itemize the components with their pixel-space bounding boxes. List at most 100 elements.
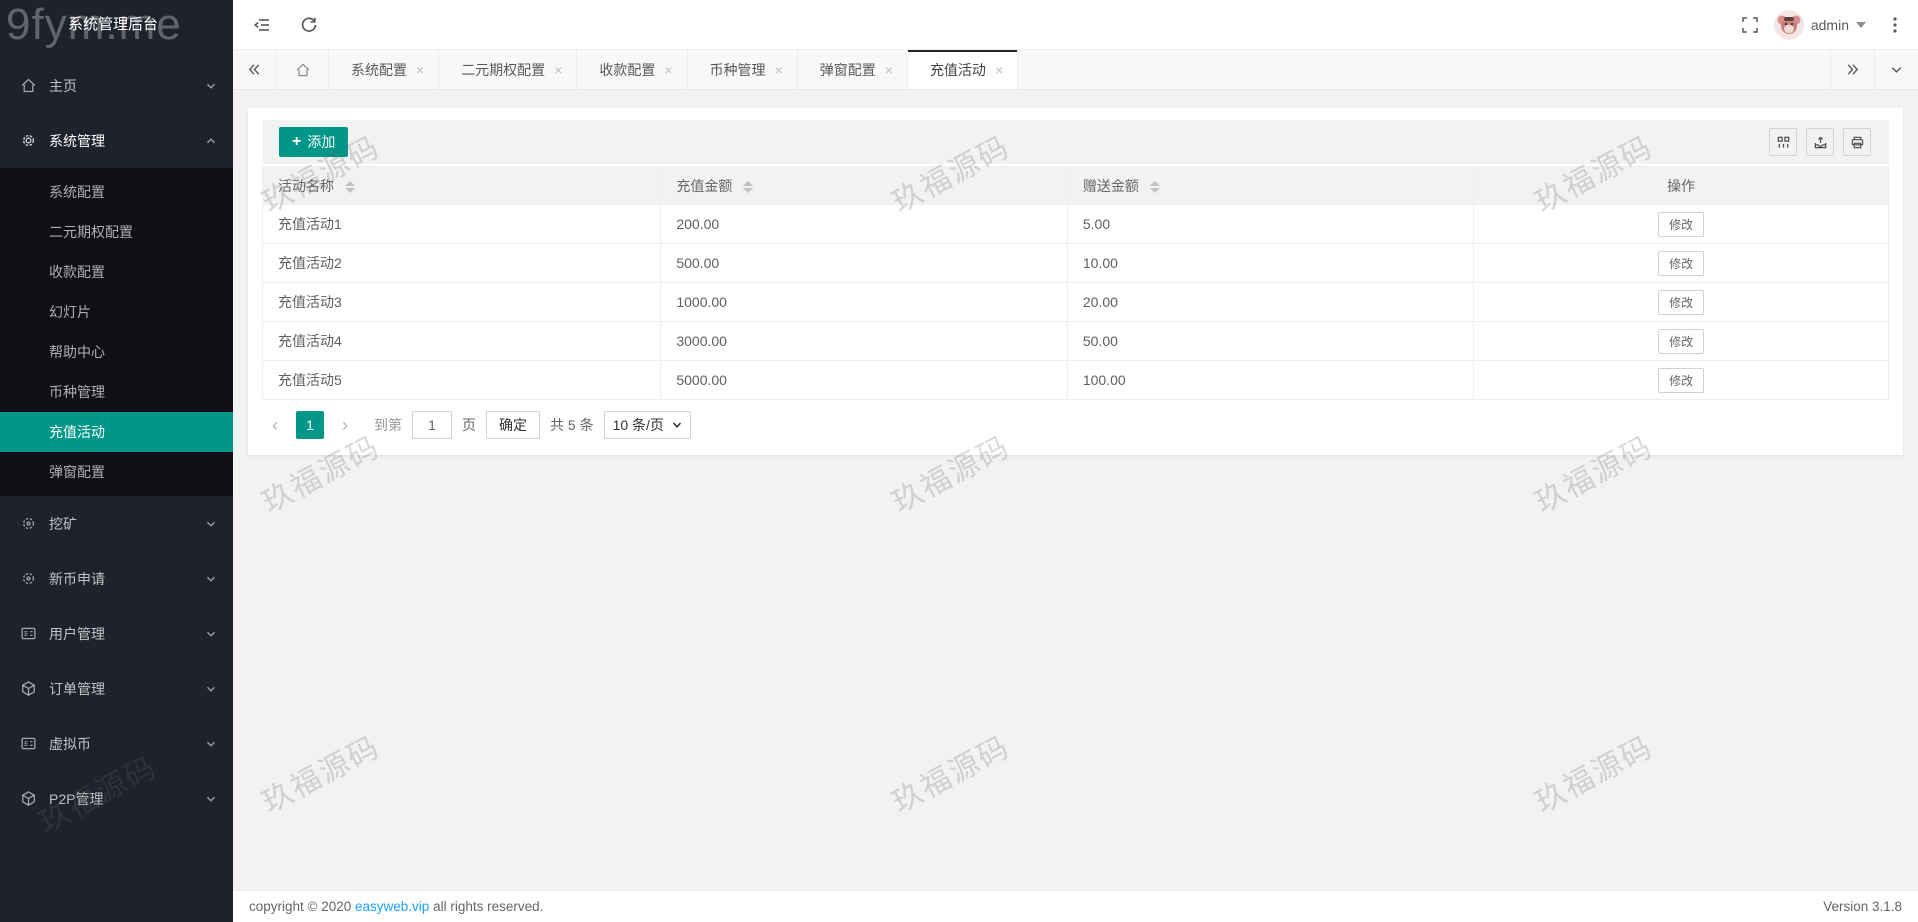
sidebar-item-label: P2P管理: [49, 789, 205, 809]
sidebar-item-system-management[interactable]: 系统管理: [0, 113, 233, 168]
home-icon: [20, 77, 37, 94]
recharge-activity-table: 活动名称 充值金额 赠送金额: [262, 166, 1889, 400]
sidebar-subitem-system-config[interactable]: 系统配置: [0, 172, 233, 212]
next-page-icon[interactable]: ›: [334, 411, 356, 439]
kebab-menu-icon[interactable]: [1886, 15, 1904, 35]
close-icon[interactable]: ×: [775, 63, 783, 77]
sidebar-item-p2p-management[interactable]: P2P管理: [0, 771, 233, 826]
page-number-current[interactable]: 1: [296, 411, 324, 439]
edit-button[interactable]: 修改: [1658, 212, 1704, 237]
chevron-down-icon: [205, 738, 217, 750]
new-coin-icon: [20, 570, 37, 587]
goto-page-input[interactable]: [412, 411, 452, 439]
sidebar-item-virtual-currency[interactable]: 虚拟币: [0, 716, 233, 771]
column-header-recharge-amount[interactable]: 充值金额: [661, 167, 1068, 205]
table-row: 充值活动2 500.00 10.00 修改: [263, 244, 1889, 283]
mining-icon: [20, 515, 37, 532]
tab-system-config[interactable]: 系统配置 ×: [329, 50, 439, 89]
tabs-scroll-left-icon[interactable]: [233, 50, 277, 89]
tabs-dropdown-icon[interactable]: [1874, 50, 1918, 89]
chevron-down-icon: [205, 628, 217, 640]
app-root: 系统管理后台 主页 系统管理 系统: [0, 0, 1918, 922]
sidebar-submenu-system: 系统配置 二元期权配置 收款配置 幻灯片 帮助中心 币种管理 充值活动 弹窗配置: [0, 168, 233, 496]
edit-button[interactable]: 修改: [1658, 290, 1704, 315]
user-menu[interactable]: admin: [1774, 10, 1866, 40]
plus-icon: +: [292, 134, 301, 150]
table-row: 充值活动5 5000.00 100.00 修改: [263, 361, 1889, 400]
tab-currency-management[interactable]: 币种管理 ×: [688, 50, 798, 89]
cell-recharge-amount: 200.00: [661, 205, 1068, 244]
sidebar-item-home[interactable]: 主页: [0, 58, 233, 113]
cell-bonus-amount: 50.00: [1067, 322, 1474, 361]
footer: copyright © 2020 easyweb.vip all rights …: [233, 890, 1918, 922]
column-header-activity-name[interactable]: 活动名称: [263, 167, 661, 205]
edit-button[interactable]: 修改: [1658, 329, 1704, 354]
sidebar-subitem-binary-option-config[interactable]: 二元期权配置: [0, 212, 233, 252]
tab-payment-config[interactable]: 收款配置 ×: [577, 50, 687, 89]
cell-activity-name: 充值活动2: [263, 244, 661, 283]
columns-filter-button[interactable]: [1769, 128, 1797, 156]
chevron-down-icon: [205, 683, 217, 695]
sidebar-subitem-popup-config[interactable]: 弹窗配置: [0, 452, 233, 492]
confirm-page-button[interactable]: 确定: [486, 411, 540, 439]
sidebar-item-label: 订单管理: [49, 679, 205, 699]
total-count-label: 共 5 条: [550, 415, 594, 435]
easyweb-link[interactable]: easyweb.vip: [355, 899, 429, 914]
chevron-down-icon: [672, 420, 682, 430]
cell-activity-name: 充值活动1: [263, 205, 661, 244]
tab-popup-config[interactable]: 弹窗配置 ×: [798, 50, 908, 89]
page-size-select[interactable]: 10 条/页: [604, 411, 691, 439]
fullscreen-icon[interactable]: [1740, 15, 1760, 35]
sidebar-collapse-icon[interactable]: [252, 15, 272, 35]
print-button[interactable]: [1843, 128, 1871, 156]
sidebar-subitem-slideshow[interactable]: 幻灯片: [0, 292, 233, 332]
table-tool-buttons: [1769, 128, 1871, 156]
tabbar: 系统配置 × 二元期权配置 × 收款配置 × 币种管理 × 弹窗配置 × 充值活…: [233, 50, 1918, 90]
close-icon[interactable]: ×: [995, 63, 1003, 77]
sidebar-menu: 主页 系统管理 系统配置 二元期权配置 收款配置 幻灯片 帮助中心: [0, 50, 233, 922]
gear-icon: [20, 132, 37, 149]
export-button[interactable]: [1806, 128, 1834, 156]
username: admin: [1811, 17, 1849, 33]
cell-recharge-amount: 1000.00: [661, 283, 1068, 322]
sidebar-subitem-help-center[interactable]: 帮助中心: [0, 332, 233, 372]
close-icon[interactable]: ×: [664, 63, 672, 77]
column-header-actions: 操作: [1474, 167, 1889, 205]
edit-button[interactable]: 修改: [1658, 368, 1704, 393]
cell-bonus-amount: 5.00: [1067, 205, 1474, 244]
edit-button[interactable]: 修改: [1658, 251, 1704, 276]
prev-page-icon[interactable]: ‹: [264, 411, 286, 439]
topbar-left: [252, 15, 319, 35]
tab-recharge-activity[interactable]: 充值活动 ×: [908, 50, 1018, 89]
cube-icon: [20, 790, 37, 807]
tab-home-icon[interactable]: [277, 50, 329, 89]
sidebar-item-new-coin-application[interactable]: 新币申请: [0, 551, 233, 606]
sidebar-item-user-management[interactable]: 用户管理: [0, 606, 233, 661]
close-icon[interactable]: ×: [554, 63, 562, 77]
chevron-down-icon: [205, 518, 217, 530]
close-icon[interactable]: ×: [885, 63, 893, 77]
sidebar-item-label: 主页: [49, 76, 205, 96]
sidebar-subitem-payment-config[interactable]: 收款配置: [0, 252, 233, 292]
column-header-bonus-amount[interactable]: 赠送金额: [1067, 167, 1474, 205]
close-icon[interactable]: ×: [416, 63, 424, 77]
sort-icon: [345, 181, 355, 193]
tab-binary-option-config[interactable]: 二元期权配置 ×: [439, 50, 577, 89]
cell-activity-name: 充值活动4: [263, 322, 661, 361]
topbar: admin: [233, 0, 1918, 50]
add-button[interactable]: + 添加: [279, 127, 348, 157]
sidebar-item-mining[interactable]: 挖矿: [0, 496, 233, 551]
tabs-scroll-right-icon[interactable]: [1830, 50, 1874, 89]
sidebar-subitem-currency-management[interactable]: 币种管理: [0, 372, 233, 412]
tabbar-spacer: [1018, 50, 1830, 89]
table-header-row: 活动名称 充值金额 赠送金额: [263, 167, 1889, 205]
sidebar-item-order-management[interactable]: 订单管理: [0, 661, 233, 716]
copyright: copyright © 2020 easyweb.vip all rights …: [249, 899, 543, 914]
sidebar-item-label: 新币申请: [49, 569, 205, 589]
main-area: admin 系统配置 × 二元期权配置 ×: [233, 0, 1918, 922]
cell-recharge-amount: 3000.00: [661, 322, 1068, 361]
refresh-icon[interactable]: [299, 15, 319, 35]
sidebar-subitem-recharge-activity[interactable]: 充值活动: [0, 412, 233, 452]
chevron-down-icon: [205, 793, 217, 805]
topbar-right: admin: [1740, 10, 1904, 40]
